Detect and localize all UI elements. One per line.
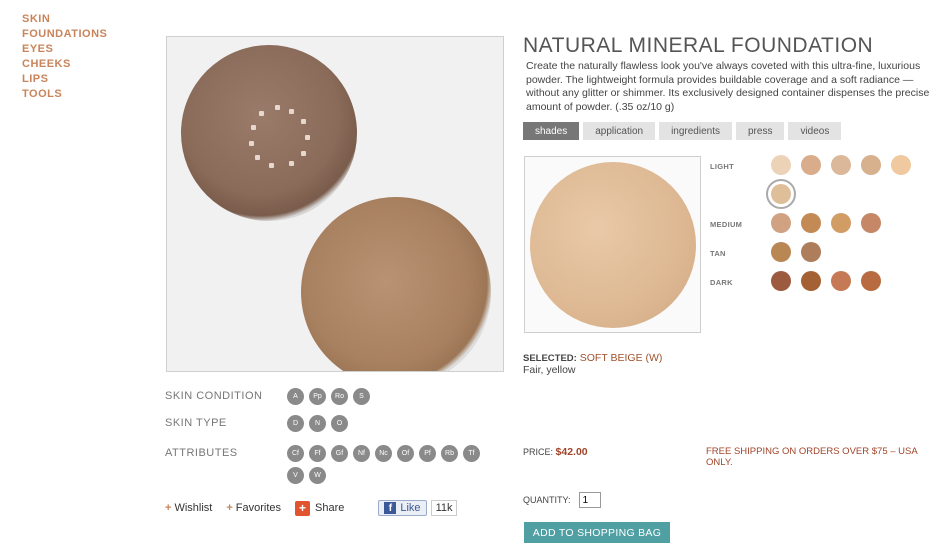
wishlist-link[interactable]: + Wishlist: [165, 502, 212, 514]
favorites-label: Favorites: [235, 502, 282, 514]
share-icon: +: [295, 500, 311, 516]
shade-swatch[interactable]: [831, 155, 851, 175]
product-tabs: shades application ingredients press vid…: [523, 122, 842, 140]
attribute-chip[interactable]: Pf: [419, 445, 436, 462]
shade-swatch[interactable]: [801, 213, 821, 233]
facebook-like-button[interactable]: f Like: [378, 500, 427, 516]
skin-type-chip[interactable]: D: [287, 415, 304, 432]
nav-item-cheeks[interactable]: CHEEKS: [22, 57, 107, 72]
shade-swatch[interactable]: [771, 242, 791, 262]
shade-swatch[interactable]: [831, 213, 851, 233]
shipping-notice: FREE SHIPPING ON ORDERS OVER $75 – USA O…: [706, 446, 918, 468]
shade-swatch[interactable]: [801, 271, 821, 291]
shade-swatch[interactable]: [801, 155, 821, 175]
skin-condition-label: SKIN CONDITION: [165, 390, 263, 402]
shade-swatch[interactable]: [771, 271, 791, 291]
nav-item-tools[interactable]: TOOLS: [22, 87, 107, 102]
facebook-icon: f: [384, 502, 397, 514]
shade-swatch[interactable]: [801, 242, 821, 262]
product-actions: + Wishlist + Favorites + Share f Like 11…: [165, 500, 458, 516]
product-description: Create the naturally flawless look you'v…: [526, 60, 930, 113]
attribute-chip[interactable]: Cf: [287, 445, 304, 462]
tab-shades[interactable]: shades: [523, 122, 580, 140]
tab-ingredients[interactable]: ingredients: [659, 122, 732, 140]
shade-swatch-selected[interactable]: [766, 179, 796, 209]
attribute-chip[interactable]: Rb: [441, 445, 458, 462]
skin-type-chips: D N O: [287, 415, 348, 432]
shade-swatch[interactable]: [861, 155, 881, 175]
attribute-chip[interactable]: Nf: [353, 445, 370, 462]
attribute-chip[interactable]: W: [309, 467, 326, 484]
skin-condition-chips: A Pp Ro S: [287, 388, 370, 405]
plus-icon: +: [165, 502, 172, 514]
tab-application[interactable]: application: [583, 122, 656, 140]
shade-preview-swatch: [530, 162, 696, 328]
shade-group-tan-label: TAN: [710, 249, 726, 258]
shade-group-dark-label: DARK: [710, 278, 733, 287]
lid-perforations: [247, 105, 317, 175]
nav-item-eyes[interactable]: EYES: [22, 42, 107, 57]
attribute-chip[interactable]: Gf: [331, 445, 348, 462]
jar-lid: [181, 45, 357, 221]
category-nav: SKIN FOUNDATIONS EYES CHEEKS LIPS TOOLS: [22, 12, 107, 102]
shade-swatch[interactable]: [771, 155, 791, 175]
shade-swatch[interactable]: [771, 213, 791, 233]
tab-press[interactable]: press: [735, 122, 785, 140]
nav-item-lips[interactable]: LIPS: [22, 72, 107, 87]
attribute-chip[interactable]: Nc: [375, 445, 392, 462]
selected-shade: SELECTED: SOFT BEIGE (W): [523, 352, 662, 364]
attribute-chips: Cf Ff Gf Nf Nc Of Pf Rb Tf V W: [287, 445, 497, 484]
share-label: Share: [315, 502, 345, 514]
shade-swatch[interactable]: [861, 271, 881, 291]
product-title: NATURAL MINERAL FOUNDATION: [523, 34, 874, 57]
attribute-chip[interactable]: Ff: [309, 445, 326, 462]
plus-icon: +: [226, 502, 233, 514]
shade-preview: [524, 156, 701, 333]
selected-label: SELECTED:: [523, 353, 577, 364]
shade-group-medium-label: MEDIUM: [710, 220, 743, 229]
price-amount: $42.00: [555, 446, 588, 458]
shade-swatch[interactable]: [861, 213, 881, 233]
shade-group-light-label: LIGHT: [710, 162, 734, 171]
skin-type-chip[interactable]: N: [309, 415, 326, 432]
wishlist-label: Wishlist: [174, 502, 213, 514]
price-label: PRICE:: [523, 447, 554, 457]
skin-condition-chip[interactable]: Ro: [331, 388, 348, 405]
selected-value: SOFT BEIGE (W): [579, 352, 663, 364]
quantity: QUANTITY:: [523, 492, 601, 508]
product-image: [166, 36, 504, 372]
attribute-chip[interactable]: Of: [397, 445, 414, 462]
shade-swatch[interactable]: [831, 271, 851, 291]
favorites-link[interactable]: + Favorites: [226, 502, 281, 514]
like-label: Like: [400, 502, 421, 514]
selected-shade-description: Fair, yellow: [523, 364, 576, 376]
skin-condition-chip[interactable]: Pp: [309, 388, 326, 405]
skin-type-label: SKIN TYPE: [165, 417, 227, 429]
price: PRICE: $42.00: [523, 446, 588, 458]
shade-swatch[interactable]: [891, 155, 911, 175]
jar-powder: [301, 197, 491, 371]
nav-item-foundations[interactable]: FOUNDATIONS: [22, 27, 107, 42]
share-button[interactable]: + Share: [295, 500, 345, 516]
attribute-chip[interactable]: Tf: [463, 445, 480, 462]
nav-item-skin[interactable]: SKIN: [22, 12, 107, 27]
add-to-bag-button[interactable]: ADD TO SHOPPING BAG: [524, 522, 670, 543]
like-count: 11k: [430, 500, 458, 516]
skin-condition-chip[interactable]: S: [353, 388, 370, 405]
tab-videos[interactable]: videos: [788, 122, 842, 140]
skin-type-chip[interactable]: O: [331, 415, 348, 432]
attribute-chip[interactable]: V: [287, 467, 304, 484]
attributes-label: ATTRIBUTES: [165, 447, 238, 459]
quantity-label: QUANTITY:: [523, 495, 571, 505]
quantity-input[interactable]: [578, 492, 601, 508]
skin-condition-chip[interactable]: A: [287, 388, 304, 405]
